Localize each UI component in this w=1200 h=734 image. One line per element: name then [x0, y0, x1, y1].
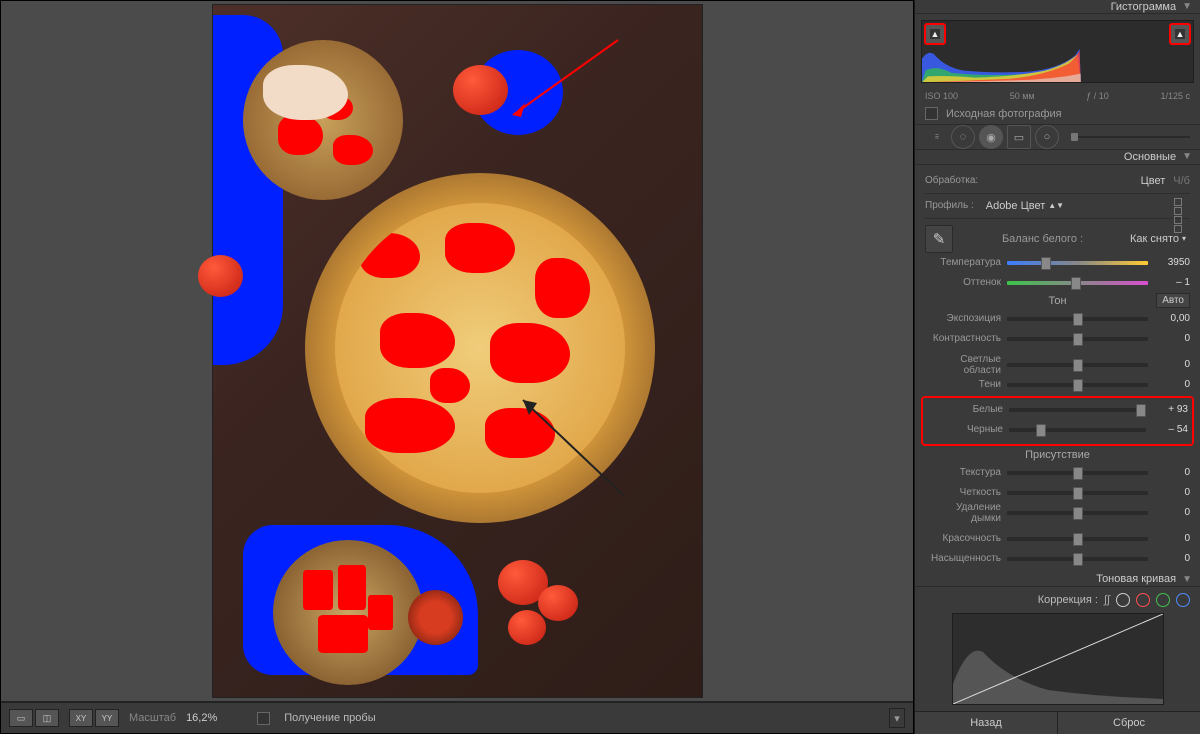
sample-checkbox[interactable] [257, 712, 270, 725]
collapse-icon[interactable]: ▼ [1182, 151, 1192, 162]
dehaze-value[interactable]: 0 [1154, 507, 1190, 518]
contrast-slider[interactable] [1007, 337, 1148, 341]
clarity-label: Четкость [925, 487, 1001, 498]
saturation-slider[interactable] [1007, 557, 1148, 561]
source-photo-checkbox[interactable] [925, 107, 938, 120]
profile-browser-icon[interactable] [1174, 198, 1190, 214]
vibrance-label: Красочность [925, 533, 1001, 544]
shadow-clip-toggle[interactable]: ▲ [924, 23, 946, 45]
tint-slider[interactable] [1007, 281, 1148, 285]
curve-parametric-icon[interactable]: ∫∫ [1104, 594, 1110, 606]
highlights-label: Светлые области [925, 354, 1001, 376]
tone-title: Тон Авто [925, 293, 1190, 309]
exposure-slider[interactable] [1007, 317, 1148, 321]
whites-blacks-highlight: Белые + 93 Черные – 54 [921, 396, 1194, 446]
blacks-label: Черные [927, 424, 1003, 435]
sample-label: Получение пробы [284, 712, 375, 724]
curve-green-icon[interactable] [1156, 593, 1170, 607]
basic-header[interactable]: Основные ▼ [915, 150, 1200, 164]
profile-label: Профиль : [925, 200, 974, 211]
curve-header[interactable]: Тоновая кривая ▼ [915, 573, 1200, 587]
back-button[interactable]: Назад [915, 712, 1058, 734]
zoom-label: Масштаб [129, 712, 176, 724]
clarity-slider[interactable] [1007, 491, 1148, 495]
dehaze-label: Удаление дымки [925, 502, 1001, 524]
auto-button[interactable]: Авто [1156, 293, 1190, 308]
hist-iso: ISO 100 [925, 91, 958, 101]
curve-title: Тоновая кривая [1096, 573, 1176, 585]
view-compare-icon[interactable]: ◫ [35, 709, 59, 727]
saturation-label: Насыщенность [925, 553, 1001, 564]
mask-slider[interactable] [1071, 136, 1190, 138]
whites-slider[interactable] [1009, 408, 1146, 412]
highlights-slider[interactable] [1007, 363, 1148, 367]
tint-label: Оттенок [925, 277, 1001, 288]
hist-shutter: 1/125 с [1160, 91, 1190, 101]
contrast-value[interactable]: 0 [1154, 333, 1190, 344]
reset-button[interactable]: Сброс [1058, 712, 1200, 734]
whites-value[interactable]: + 93 [1152, 404, 1188, 415]
texture-value[interactable]: 0 [1154, 467, 1190, 478]
spot-tool-icon[interactable]: ◌ [951, 125, 975, 149]
collapse-icon[interactable]: ▼ [1182, 1, 1192, 12]
correction-label: Коррекция : [1038, 594, 1098, 606]
temp-value[interactable]: 3950 [1154, 257, 1190, 268]
view-toolbar: ▭ ◫ XY YY Масштаб 16,2% Получение пробы … [1, 702, 913, 733]
hist-focal: 50 мм [1010, 91, 1035, 101]
treatment-bw[interactable]: Ч/б [1173, 175, 1190, 187]
shadows-slider[interactable] [1007, 383, 1148, 387]
vibrance-value[interactable]: 0 [1154, 533, 1190, 544]
blacks-slider[interactable] [1009, 428, 1146, 432]
vibrance-slider[interactable] [1007, 537, 1148, 541]
grad-tool-icon[interactable]: ▭ [1007, 125, 1031, 149]
curve-rgb-icon[interactable] [1116, 593, 1130, 607]
highlight-clip-toggle[interactable]: ▲ [1169, 23, 1191, 45]
histogram-header[interactable]: Гистограмма ▼ [915, 0, 1200, 14]
tone-curve[interactable] [952, 613, 1164, 705]
whites-label: Белые [927, 404, 1003, 415]
temp-slider[interactable] [1007, 261, 1148, 265]
wb-select[interactable]: Как снято ▾ [1126, 232, 1190, 246]
zoom-value[interactable]: 16,2% [186, 712, 217, 724]
view-before-after-h-icon[interactable]: XY [69, 709, 93, 727]
redeye-tool-icon[interactable]: ◉ [979, 125, 1003, 149]
curve-blue-icon[interactable] [1176, 593, 1190, 607]
source-photo-label: Исходная фотография [946, 108, 1062, 120]
clarity-value[interactable]: 0 [1154, 487, 1190, 498]
curve-red-icon[interactable] [1136, 593, 1150, 607]
treatment-label: Обработка: [925, 175, 978, 186]
temp-label: Температура [925, 257, 1001, 268]
wb-label: Баланс белого : [965, 233, 1120, 245]
basic-title: Основные [1124, 151, 1176, 163]
shadows-value[interactable]: 0 [1154, 379, 1190, 390]
saturation-value[interactable]: 0 [1154, 553, 1190, 564]
toolbar-more-icon[interactable]: ▾ [889, 708, 905, 728]
blacks-value[interactable]: – 54 [1152, 424, 1188, 435]
shadows-label: Тени [925, 379, 1001, 390]
histogram[interactable]: ▲ ▲ [921, 20, 1194, 83]
presence-title: Присутствие [925, 447, 1190, 463]
view-single-icon[interactable]: ▭ [9, 709, 33, 727]
texture-slider[interactable] [1007, 471, 1148, 475]
canvas-area[interactable] [1, 1, 913, 702]
histogram-title: Гистограмма [1111, 1, 1177, 13]
photo-preview [213, 5, 702, 697]
treatment-color[interactable]: Цвет [1141, 175, 1166, 187]
view-before-after-v-icon[interactable]: YY [95, 709, 119, 727]
exposure-label: Экспозиция [925, 313, 1001, 324]
contrast-label: Контрастность [925, 333, 1001, 344]
crop-tool-icon[interactable]: ⠿ [925, 126, 947, 148]
highlights-value[interactable]: 0 [1154, 359, 1190, 370]
texture-label: Текстура [925, 467, 1001, 478]
tint-value[interactable]: – 1 [1154, 277, 1190, 288]
dehaze-slider[interactable] [1007, 511, 1148, 515]
exposure-value[interactable]: 0,00 [1154, 313, 1190, 324]
collapse-icon[interactable]: ▼ [1182, 574, 1192, 585]
hist-aperture: ƒ / 10 [1086, 91, 1109, 101]
profile-select[interactable]: Adobe Цвет ▲▼ [982, 199, 1068, 213]
wb-eyedropper-icon[interactable]: ✎ [925, 225, 953, 253]
radial-tool-icon[interactable]: ○ [1035, 125, 1059, 149]
